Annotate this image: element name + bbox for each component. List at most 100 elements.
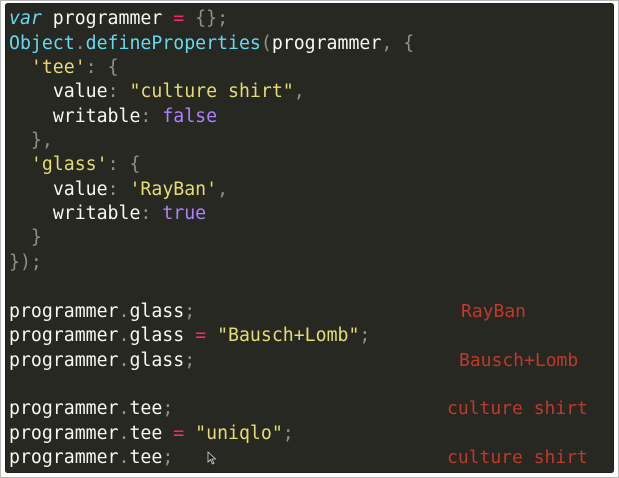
dot: .: [74, 33, 86, 54]
output-glass-2: Bausch+Lomb: [459, 350, 579, 371]
dot: .: [118, 398, 130, 419]
string-uniqlo: uniqlo: [206, 423, 272, 444]
close-brace-comma: },: [30, 130, 53, 151]
prop-tee: tee: [129, 398, 163, 419]
close-quote: ": [271, 423, 283, 444]
colon: :: [107, 179, 130, 200]
open-brace: {: [403, 33, 415, 54]
code-line-4: value: "culture shirt",: [9, 80, 305, 104]
semicolon: ;: [162, 447, 174, 468]
code-line-6: },: [9, 129, 53, 153]
property-key-tee: tee: [41, 57, 75, 78]
code-line-14: programmer.glass;: [9, 349, 195, 373]
close-quote: ": [282, 81, 294, 102]
dot: .: [118, 301, 130, 322]
argument-programmer: programmer: [271, 33, 382, 54]
define-properties-method: defineProperties: [85, 33, 261, 54]
semicolon: ;: [162, 398, 174, 419]
semicolon: ;: [359, 325, 371, 346]
variable-name: programmer: [41, 8, 174, 29]
open-paren: (: [260, 33, 272, 54]
open-quote: ": [129, 81, 141, 102]
comma: ,: [293, 81, 305, 102]
open-quote: ": [217, 325, 229, 346]
value-prop: value: [52, 179, 108, 200]
close-quote: ": [348, 325, 360, 346]
code-line-17: programmer.tee;: [9, 446, 173, 470]
close-quote: ': [206, 179, 218, 200]
boolean-true: true: [162, 203, 207, 224]
colon: :: [140, 106, 163, 127]
open-quote: ': [30, 154, 42, 175]
semicolon: ;: [282, 423, 294, 444]
code-line-2: Object.defineProperties(programmer, {: [9, 32, 414, 56]
object-ref: programmer: [9, 325, 119, 346]
code-line-11: });: [9, 251, 42, 275]
object-ref: programmer: [9, 447, 119, 468]
open-quote: ': [129, 179, 141, 200]
output-tee-2: culture shirt: [447, 447, 588, 468]
code-line-10: }: [9, 226, 42, 250]
screenshot-frame: var programmer = {}; Object.defineProper…: [0, 0, 619, 478]
code-line-15: programmer.tee;: [9, 397, 173, 421]
object-global: Object: [9, 33, 75, 54]
assign-operator: =: [162, 423, 196, 444]
prop-glass: glass: [129, 301, 185, 322]
code-line-8: value: 'RayBan',: [9, 178, 228, 202]
mouse-pointer-icon: [207, 451, 217, 465]
dot: .: [118, 447, 130, 468]
colon: :: [107, 81, 130, 102]
prop-glass: glass: [129, 325, 185, 346]
output-glass-1: RayBan: [461, 301, 527, 322]
assign-operator: =: [184, 325, 218, 346]
object-ref: programmer: [9, 301, 119, 322]
code-line-1: var programmer = {};: [9, 7, 228, 31]
close-brace: }: [30, 227, 42, 248]
code-editor[interactable]: var programmer = {}; Object.defineProper…: [5, 3, 614, 473]
close-quote: ': [96, 154, 108, 175]
colon: :: [85, 57, 108, 78]
prop-glass: glass: [129, 350, 185, 371]
prop-tee: tee: [129, 423, 163, 444]
close-brace-paren: });: [9, 252, 42, 273]
var-keyword: var: [9, 8, 42, 29]
close-quote: ': [74, 57, 86, 78]
assign-operator: =: [173, 8, 185, 29]
comma: ,: [217, 179, 229, 200]
object-ref: programmer: [9, 350, 119, 371]
open-brace: {: [107, 57, 119, 78]
object-ref: programmer: [9, 398, 119, 419]
object-ref: programmer: [9, 423, 119, 444]
open-quote: ": [195, 423, 207, 444]
empty-object-literal: {};: [184, 8, 229, 29]
code-line-3: 'tee': {: [9, 56, 119, 80]
colon: :: [140, 203, 163, 224]
code-line-9: writable: true: [9, 202, 206, 226]
property-key-glass: glass: [41, 154, 97, 175]
string-rayban: RayBan: [140, 179, 207, 200]
writable-prop: writable: [52, 203, 141, 224]
semicolon: ;: [184, 301, 196, 322]
colon: :: [107, 154, 130, 175]
open-brace: {: [129, 154, 141, 175]
string-bausch-lomb: Bausch+Lomb: [228, 325, 349, 346]
code-line-12: programmer.glass;: [9, 300, 195, 324]
open-quote: ': [30, 57, 42, 78]
code-line-13: programmer.glass = "Bausch+Lomb";: [9, 324, 370, 348]
writable-prop: writable: [52, 106, 141, 127]
boolean-false: false: [162, 106, 218, 127]
string-culture-shirt: culture shirt: [140, 81, 283, 102]
code-line-16: programmer.tee = "uniqlo";: [9, 422, 294, 446]
dot: .: [118, 423, 130, 444]
dot: .: [118, 350, 130, 371]
prop-tee: tee: [129, 447, 163, 468]
code-line-7: 'glass': {: [9, 153, 141, 177]
